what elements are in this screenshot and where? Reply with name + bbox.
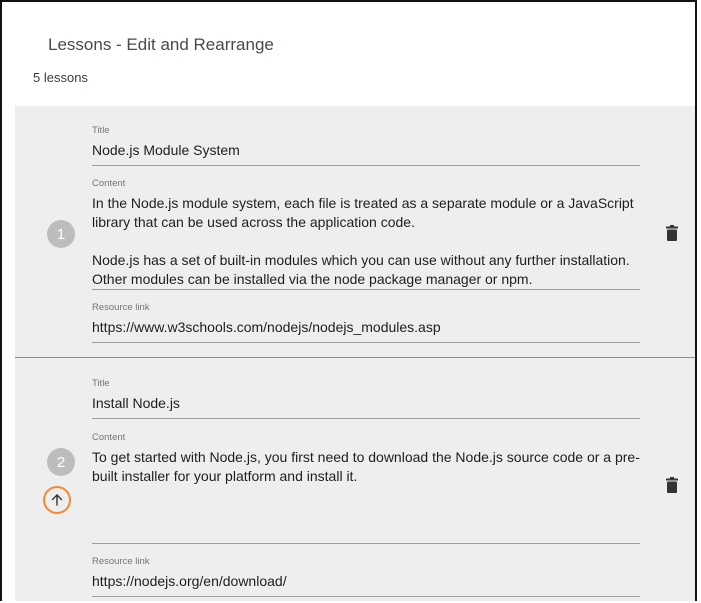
resource-label: Resource link [92,302,150,313]
arrow-up-icon [51,494,63,506]
resource-underline [92,342,640,343]
title-label: Title [92,125,110,136]
title-underline [92,418,640,419]
delete-lesson-button[interactable] [664,475,680,495]
trash-icon [666,477,678,493]
title-field[interactable]: Title Node.js Module System [92,125,640,166]
trash-icon [666,225,678,241]
page-title: Lessons - Edit and Rearrange [48,35,274,54]
title-input[interactable]: Node.js Module System [92,141,640,160]
delete-lesson-button[interactable] [664,223,680,243]
title-underline [92,165,640,166]
content-field[interactable]: Content In the Node.js module system, ea… [92,178,640,290]
title-input[interactable]: Install Node.js [92,394,640,413]
resource-input[interactable]: https://nodejs.org/en/download/ [92,572,640,591]
content-textarea[interactable]: To get started with Node.js, you first n… [92,448,640,486]
lesson-item: 1 Title Node.js Module System Content In… [15,106,695,357]
content-label: Content [92,432,126,443]
resource-label: Resource link [92,556,150,567]
lesson-list: 1 Title Node.js Module System Content In… [15,106,695,601]
content-underline [92,543,640,544]
content-label: Content [92,178,126,189]
resource-underline [92,596,640,597]
title-label: Title [92,378,110,389]
lessons-panel: Lessons - Edit and Rearrange 5 lessons 1… [0,0,697,601]
resource-field[interactable]: Resource link https://www.w3schools.com/… [92,302,640,343]
lesson-number-badge: 1 [47,220,75,248]
content-textarea[interactable]: In the Node.js module system, each file … [92,194,640,289]
lesson-number-badge: 2 [47,448,75,476]
lesson-count: 5 lessons [33,70,88,85]
content-underline [92,289,640,290]
resource-field[interactable]: Resource link https://nodejs.org/en/down… [92,556,640,597]
resource-input[interactable]: https://www.w3schools.com/nodejs/nodejs_… [92,318,640,337]
panel-header: Lessons - Edit and Rearrange 5 lessons [2,2,695,106]
lesson-item: 2 Title Install Node.js Content To get s… [15,358,695,601]
move-up-button[interactable] [43,486,71,514]
title-field[interactable]: Title Install Node.js [92,378,640,419]
content-field[interactable]: Content To get started with Node.js, you… [92,432,640,544]
